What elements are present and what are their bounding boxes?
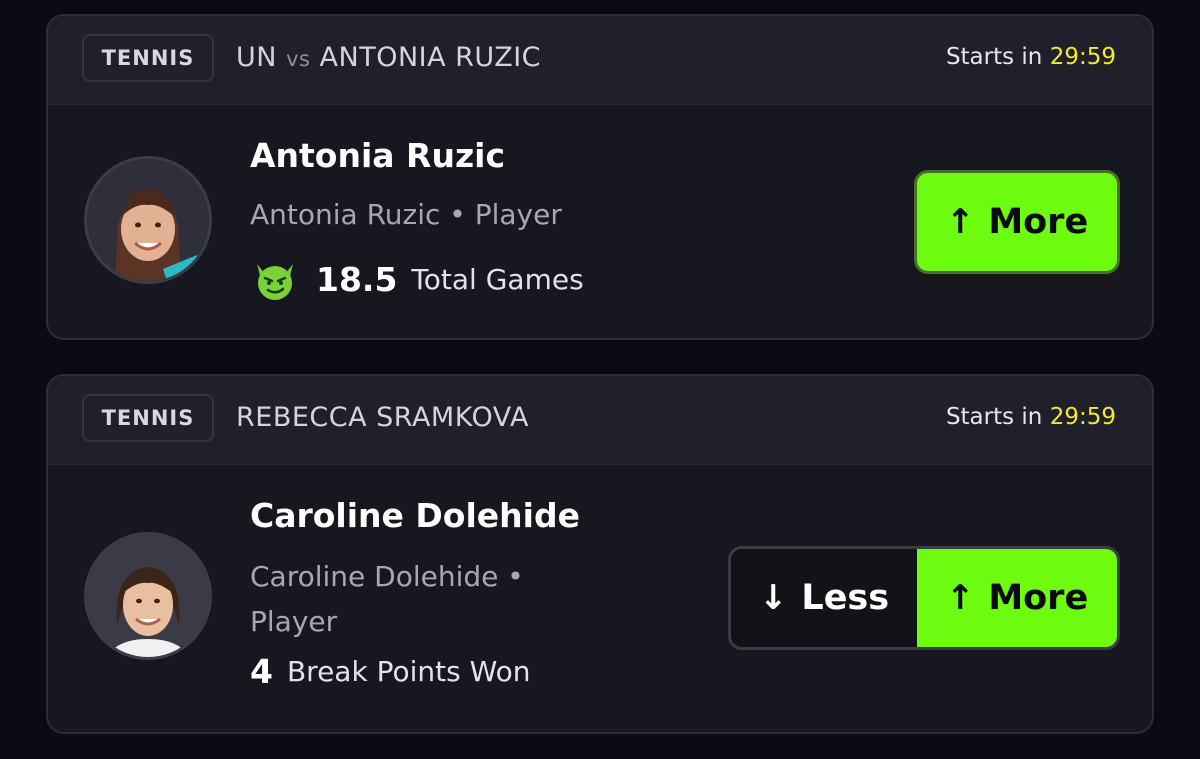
countdown-timer: 29:59 — [1049, 404, 1116, 430]
more-button[interactable]: ↑ More — [914, 170, 1120, 274]
start-countdown: Starts in 29:59 — [946, 404, 1116, 430]
prop-card-caroline-dolehide: TENNIS REBECCA SRAMKOVA Starts in 29:59 … — [46, 374, 1154, 734]
prop-card-antonia-ruzic: TENNIS UN vs ANTONIA RUZIC Starts in 29:… — [46, 14, 1154, 340]
sport-tag: TENNIS — [82, 394, 214, 442]
player-name: Antonia Ruzic — [250, 136, 506, 175]
arrow-down-icon: ↓ — [758, 578, 788, 618]
player-subtitle-line2: Player — [250, 605, 338, 638]
stat-label: Break Points Won — [286, 655, 531, 688]
matchup-vs: vs — [286, 47, 311, 71]
more-button[interactable]: ↑ More — [917, 549, 1117, 647]
player-subtitle: Caroline Dolehide • Player — [250, 554, 524, 644]
starts-label: Starts in — [945, 44, 1043, 70]
stat-value: 4 — [250, 652, 273, 691]
player-subtitle-line1: Caroline Dolehide • — [250, 560, 524, 593]
stat-line: 4 Break Points Won — [250, 652, 531, 691]
stat-line: 18.5 Total Games — [250, 254, 584, 304]
less-button[interactable]: ↓ Less — [731, 549, 917, 647]
matchup-title: REBECCA SRAMKOVA — [236, 402, 529, 433]
player-avatar — [84, 532, 212, 660]
card-header: TENNIS REBECCA SRAMKOVA Starts in 29:59 — [48, 376, 1152, 465]
player-avatar — [84, 156, 212, 284]
arrow-up-icon: ↑ — [945, 202, 975, 242]
start-countdown: Starts in 29:59 — [946, 44, 1116, 70]
sport-tag: TENNIS — [82, 34, 214, 82]
more-label: More — [988, 578, 1089, 618]
player-name: Caroline Dolehide — [250, 496, 580, 535]
card-header: TENNIS UN vs ANTONIA RUZIC Starts in 29:… — [48, 16, 1152, 105]
arrow-up-icon: ↑ — [945, 578, 975, 618]
more-label: More — [988, 202, 1089, 242]
matchup-right-team: ANTONIA RUZIC — [319, 42, 542, 73]
player-subtitle: Antonia Ruzic • Player — [250, 198, 562, 231]
countdown-timer: 29:59 — [1049, 44, 1116, 70]
demon-face-icon — [257, 264, 293, 300]
less-more-toggle: ↓ Less ↑ More — [728, 546, 1120, 650]
stat-value: 18.5 — [316, 259, 398, 299]
less-label: Less — [801, 578, 890, 618]
stat-label: Total Games — [411, 262, 584, 296]
matchup-title: UN vs ANTONIA RUZIC — [236, 42, 602, 80]
matchup-left-team: UN — [236, 42, 277, 73]
starts-label: Starts in — [945, 404, 1043, 430]
